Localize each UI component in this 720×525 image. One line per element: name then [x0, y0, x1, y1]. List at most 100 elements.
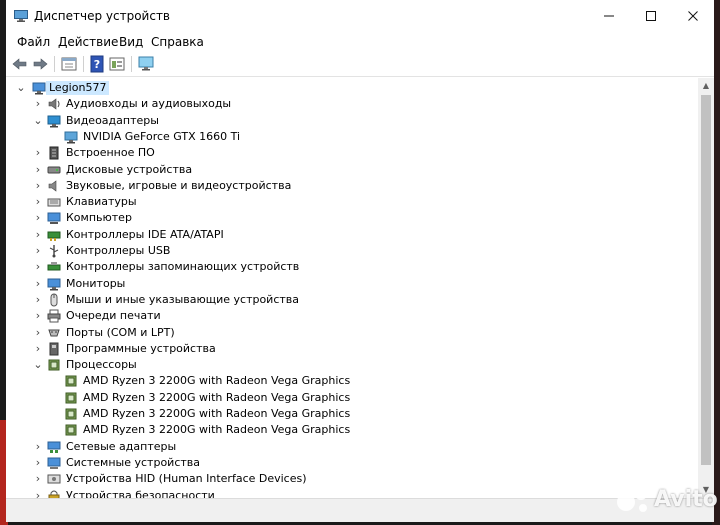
tree-category[interactable]: › Очереди печати: [6, 308, 696, 324]
view-icon[interactable]: [108, 55, 126, 73]
device-tree[interactable]: ⌄ Legion577 › Аудиовходы и аудиовыходы ⌄ Виде…: [6, 78, 698, 498]
chevron-right-icon[interactable]: ›: [32, 341, 44, 357]
chevron-right-icon[interactable]: ›: [32, 243, 44, 259]
tree-category-label: Контроллеры IDE ATA/ATAPI: [66, 227, 224, 241]
network-adapter-icon: [47, 441, 61, 453]
software-device-icon: [49, 342, 59, 356]
chevron-right-icon[interactable]: ›: [32, 455, 44, 471]
tree-category[interactable]: › Клавиатуры: [6, 194, 696, 210]
maximize-button[interactable]: [630, 0, 672, 32]
vertical-scrollbar[interactable]: ▲ ▼: [698, 78, 714, 498]
tree-category[interactable]: › Звуковые, игровые и видеоустройства: [6, 178, 696, 194]
avito-watermark: Avito: [616, 485, 718, 515]
chevron-down-icon[interactable]: ⌄: [15, 80, 27, 96]
hid-icon: [47, 474, 61, 484]
chevron-right-icon[interactable]: ›: [32, 96, 44, 112]
chevron-right-icon[interactable]: ›: [32, 325, 44, 341]
security-device-icon: [48, 490, 60, 498]
keyboard-icon: [47, 198, 61, 207]
menu-view[interactable]: Вид: [119, 35, 143, 49]
tree-category[interactable]: › Компьютер: [6, 210, 696, 226]
tree-category-label: Мониторы: [66, 276, 126, 290]
tree-category[interactable]: › Устройства безопасности: [6, 488, 696, 499]
tree-root[interactable]: ⌄ Legion577: [6, 80, 696, 96]
chevron-right-icon[interactable]: ›: [32, 292, 44, 308]
back-icon[interactable]: [11, 55, 29, 73]
speaker-icon: [48, 180, 57, 192]
mouse-icon: [50, 293, 58, 307]
chevron-right-icon[interactable]: ›: [32, 276, 44, 292]
properties-icon[interactable]: [60, 55, 78, 73]
usb-icon: [49, 245, 59, 258]
tree-device[interactable]: AMD Ryzen 3 2200G with Radeon Vega Graph…: [6, 422, 696, 438]
tree-category-label: Очереди печати: [66, 309, 161, 323]
help-icon[interactable]: ?: [88, 55, 106, 73]
toolbar-separator: [131, 56, 132, 72]
toolbar-separator: [83, 56, 84, 72]
cpu-chip-icon: [65, 424, 77, 436]
scrollbar-thumb[interactable]: [701, 95, 711, 465]
computer-icon: [47, 212, 61, 225]
tree-category[interactable]: › Контроллеры IDE ATA/ATAPI: [6, 227, 696, 243]
tree-category[interactable]: › Мониторы: [6, 276, 696, 292]
chevron-right-icon[interactable]: ›: [32, 210, 44, 226]
tree-category-label: Встроенное ПО: [66, 146, 155, 160]
tree-category-label: Порты (COM и LPT): [66, 325, 175, 339]
menu-action[interactable]: Действие: [58, 35, 118, 49]
tree-device[interactable]: AMD Ryzen 3 2200G with Radeon Vega Graph…: [6, 373, 696, 389]
tree-category[interactable]: › Аудиовходы и аудиовыходы: [6, 96, 696, 112]
chevron-right-icon[interactable]: ›: [32, 308, 44, 324]
tree-category[interactable]: ⌄ Видеоадаптеры: [6, 113, 696, 129]
tree-category[interactable]: › Программные устройства: [6, 341, 696, 357]
tree-device[interactable]: NVIDIA GeForce GTX 1660 Ti: [6, 129, 696, 145]
tree-category[interactable]: › Порты (COM и LPT): [6, 325, 696, 341]
close-icon: [688, 11, 698, 21]
chevron-right-icon[interactable]: ›: [32, 162, 44, 178]
disk-drive-icon: [47, 166, 61, 173]
close-button[interactable]: [672, 0, 714, 32]
chevron-right-icon[interactable]: ›: [32, 488, 44, 499]
tree-category-label: Системные устройства: [66, 455, 200, 469]
chevron-right-icon[interactable]: ›: [32, 178, 44, 194]
tree-category[interactable]: ⌄ Процессоры: [6, 357, 696, 373]
device-manager-icon: [14, 10, 28, 22]
tree-category[interactable]: › Мыши и иные указывающие устройства: [6, 292, 696, 308]
tree-category-label: Видеоадаптеры: [66, 113, 159, 127]
tree-category-label: Контроллеры USB: [66, 244, 171, 257]
printer-icon: [47, 309, 61, 323]
avito-watermark-text: Avito: [654, 487, 718, 512]
menu-file[interactable]: Файл: [17, 35, 50, 49]
forward-icon[interactable]: [31, 55, 49, 73]
maximize-icon: [646, 11, 656, 21]
tree-category[interactable]: › Системные устройства: [6, 455, 696, 471]
device-manager-window: Диспетчер устройств Файл Действие Вид Сп…: [6, 0, 714, 522]
tree-category-label: Контроллеры запоминающих устройств: [66, 260, 300, 274]
chevron-right-icon[interactable]: ›: [32, 194, 44, 210]
chevron-down-icon[interactable]: ⌄: [32, 113, 44, 129]
tree-category[interactable]: › Устройства HID (Human Interface Devices…: [6, 471, 696, 487]
display-adapter-icon: [47, 115, 61, 128]
tree-device[interactable]: AMD Ryzen 3 2200G with Radeon Vega Graph…: [6, 390, 696, 406]
monitor-scan-icon[interactable]: [137, 55, 155, 73]
chevron-right-icon[interactable]: ›: [32, 259, 44, 275]
chevron-right-icon[interactable]: ›: [32, 439, 44, 455]
tree-category[interactable]: › Дисковые устройства: [6, 162, 696, 178]
chevron-down-icon[interactable]: ⌄: [32, 357, 44, 373]
menu-bar: Файл Действие Вид Справка: [6, 32, 714, 52]
minimize-button[interactable]: [588, 0, 630, 32]
tree-category-label: Процессоры: [66, 358, 137, 372]
chevron-right-icon[interactable]: ›: [32, 471, 44, 487]
menu-help[interactable]: Справка: [151, 35, 204, 49]
processor-icon: [48, 359, 60, 371]
chevron-right-icon[interactable]: ›: [32, 227, 44, 243]
cpu-chip-icon: [65, 392, 77, 404]
tree-category[interactable]: › Контроллеры запоминающих устройств: [6, 259, 696, 275]
scroll-up-arrow-icon[interactable]: ▲: [698, 78, 714, 94]
tree-category[interactable]: › Контроллеры USB: [6, 243, 696, 259]
tree-device[interactable]: AMD Ryzen 3 2200G with Radeon Vega Graph…: [6, 406, 696, 422]
tree-category[interactable]: › Сетевые адаптеры: [6, 439, 696, 455]
chevron-right-icon[interactable]: ›: [32, 145, 44, 161]
tree-category[interactable]: › Встроенное ПО: [6, 145, 696, 161]
title-bar[interactable]: Диспетчер устройств: [6, 0, 714, 32]
tree-category-label: Мыши и иные указывающие устройства: [66, 292, 300, 306]
